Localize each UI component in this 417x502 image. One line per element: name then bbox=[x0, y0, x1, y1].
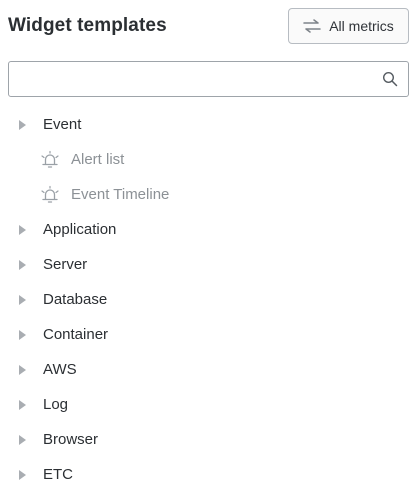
tree-item-event[interactable]: Event bbox=[0, 107, 417, 142]
tree-item-label: AWS bbox=[43, 361, 77, 378]
tree-item-server[interactable]: Server bbox=[0, 247, 417, 282]
panel-title: Widget templates bbox=[8, 15, 167, 36]
search-input[interactable] bbox=[9, 62, 369, 96]
tree-item-label: ETC bbox=[43, 466, 73, 483]
search-box bbox=[8, 61, 409, 97]
caret-right-icon[interactable] bbox=[19, 224, 26, 235]
alarm-bell-icon bbox=[40, 150, 60, 170]
alarm-bell-icon bbox=[40, 185, 60, 205]
search-icon[interactable] bbox=[382, 71, 398, 87]
caret-right-icon[interactable] bbox=[19, 119, 26, 130]
tree-item-label: Server bbox=[43, 256, 88, 273]
tree-item-aws[interactable]: AWS bbox=[0, 352, 417, 387]
panel-header: Widget templates All metrics bbox=[8, 7, 409, 45]
tree-item-label: Log bbox=[43, 396, 69, 413]
tree-child-label: Event Timeline bbox=[71, 186, 170, 203]
caret-right-icon[interactable] bbox=[19, 259, 26, 270]
tree-child-alert-list[interactable]: Alert list bbox=[0, 142, 417, 177]
tree-item-etc[interactable]: ETC bbox=[0, 457, 417, 492]
tree-item-label: Container bbox=[43, 326, 109, 343]
tree-item-browser[interactable]: Browser bbox=[0, 422, 417, 457]
caret-right-icon[interactable] bbox=[19, 294, 26, 305]
tree-child-event-timeline[interactable]: Event Timeline bbox=[0, 177, 417, 212]
tree-item-label: Event bbox=[43, 116, 82, 133]
tree-item-database[interactable]: Database bbox=[0, 282, 417, 317]
caret-right-icon[interactable] bbox=[19, 469, 26, 480]
swap-arrows-icon bbox=[303, 19, 321, 33]
tree-item-label: Browser bbox=[43, 431, 99, 448]
tree-item-container[interactable]: Container bbox=[0, 317, 417, 352]
caret-right-icon[interactable] bbox=[19, 364, 26, 375]
tree-item-label: Database bbox=[43, 291, 108, 308]
tree-item-label: Application bbox=[43, 221, 117, 238]
all-metrics-label: All metrics bbox=[329, 18, 394, 34]
tree-child-label: Alert list bbox=[71, 151, 125, 168]
widget-templates-panel: Widget templates All metrics Event Alert… bbox=[0, 0, 417, 502]
caret-right-icon[interactable] bbox=[19, 399, 26, 410]
all-metrics-button[interactable]: All metrics bbox=[288, 8, 409, 44]
caret-right-icon[interactable] bbox=[19, 329, 26, 340]
caret-right-icon[interactable] bbox=[19, 434, 26, 445]
template-tree: Event Alert list Event Timeline Applicat… bbox=[0, 107, 417, 492]
tree-item-log[interactable]: Log bbox=[0, 387, 417, 422]
tree-item-application[interactable]: Application bbox=[0, 212, 417, 247]
